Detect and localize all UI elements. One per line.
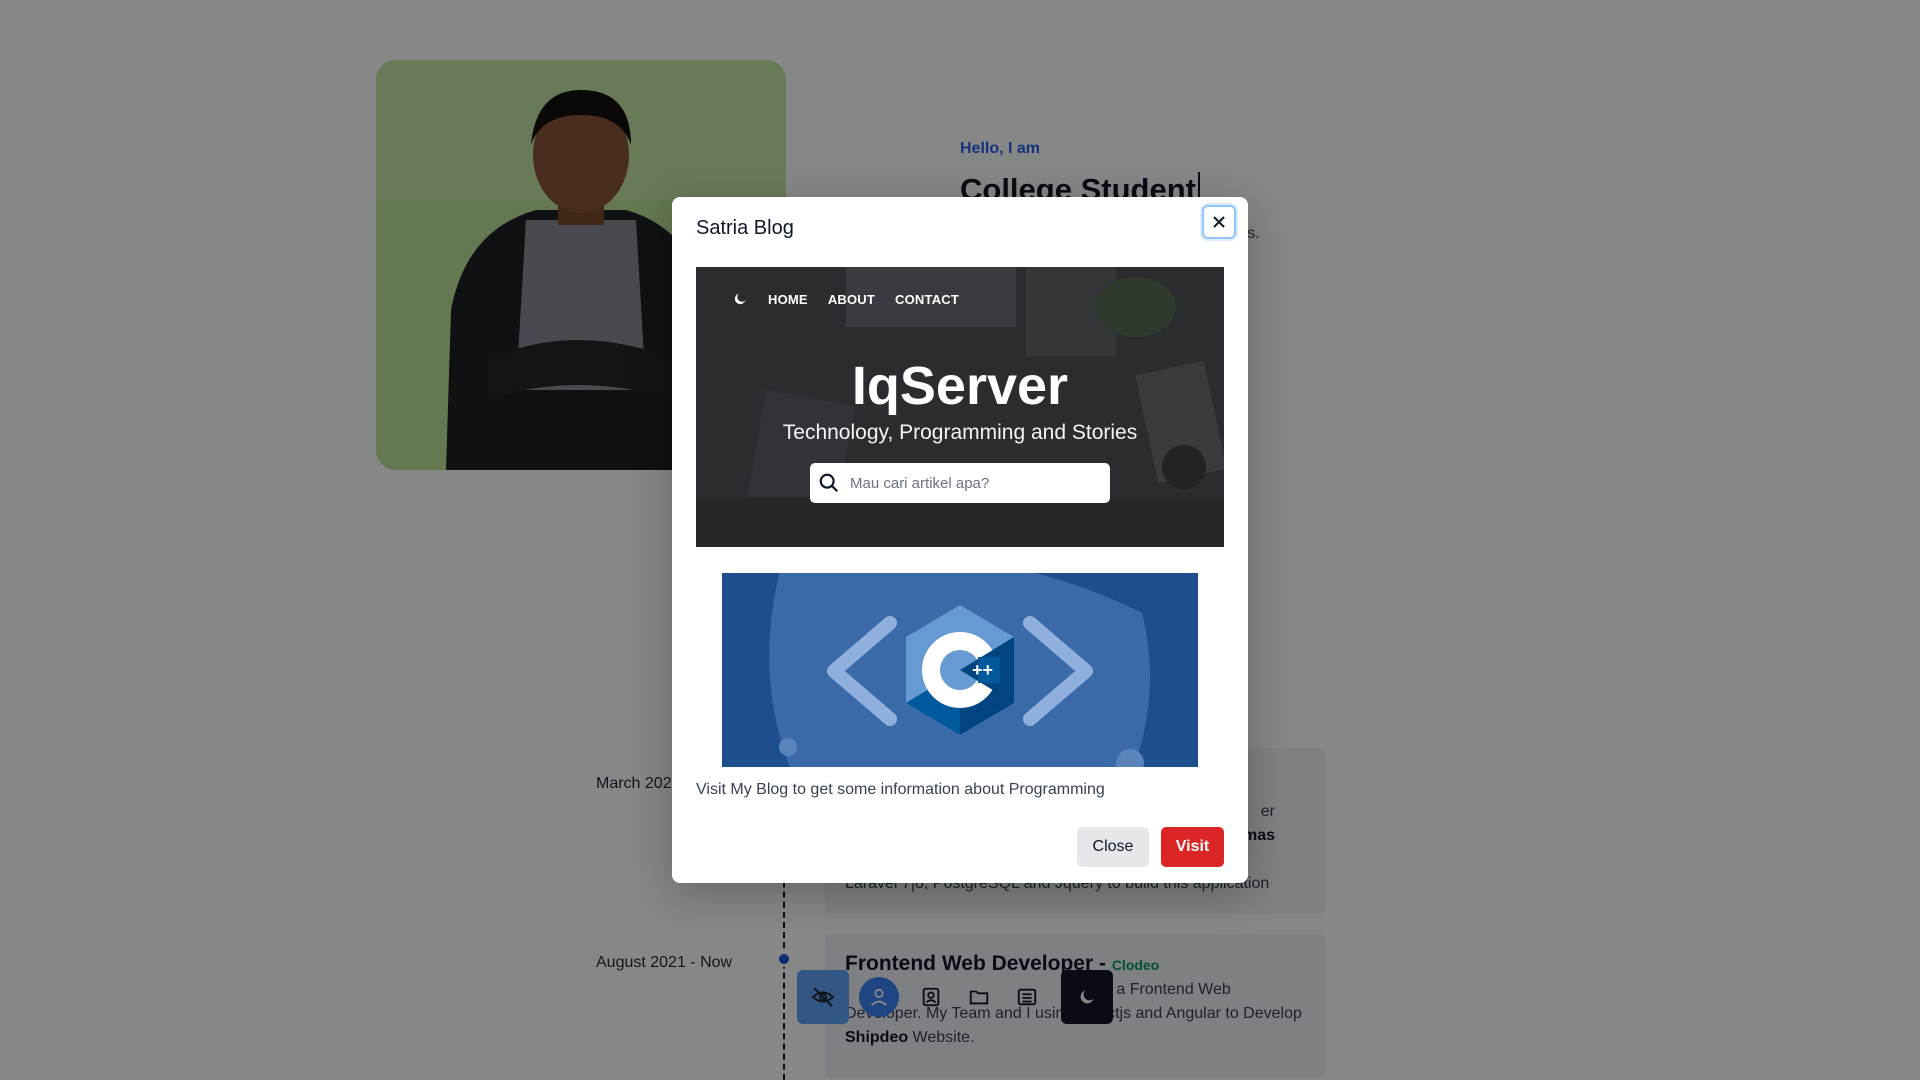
preview-search-box xyxy=(810,463,1110,503)
preview-search-input xyxy=(850,474,1090,492)
visit-button[interactable]: Visit xyxy=(1161,827,1224,867)
cpp-banner-image: ++ xyxy=(722,573,1198,767)
blog-preview-screenshot: HOME ABOUT CONTACT IqServer Technology, … xyxy=(696,267,1224,547)
modal-close-icon-button[interactable] xyxy=(1202,205,1236,239)
preview-nav-home: HOME xyxy=(768,291,808,307)
moon-icon xyxy=(734,293,746,305)
close-icon xyxy=(1213,216,1225,228)
preview-nav: HOME ABOUT CONTACT xyxy=(732,291,959,307)
preview-nav-about: ABOUT xyxy=(827,291,876,307)
close-button[interactable]: Close xyxy=(1077,827,1149,867)
preview-tagline: Technology, Programming and Stories xyxy=(782,421,1138,444)
search-icon xyxy=(819,473,839,493)
modal-title: Satria Blog xyxy=(696,217,794,239)
modal-description: Visit My Blog to get some information ab… xyxy=(696,781,1105,798)
svg-text:++: ++ xyxy=(972,660,993,680)
preview-brand: IqServer xyxy=(851,356,1069,416)
preview-nav-contact: CONTACT xyxy=(895,291,960,307)
blog-modal: Satria Blog HOME ABOUT CONTACT IqServer … xyxy=(672,197,1248,883)
